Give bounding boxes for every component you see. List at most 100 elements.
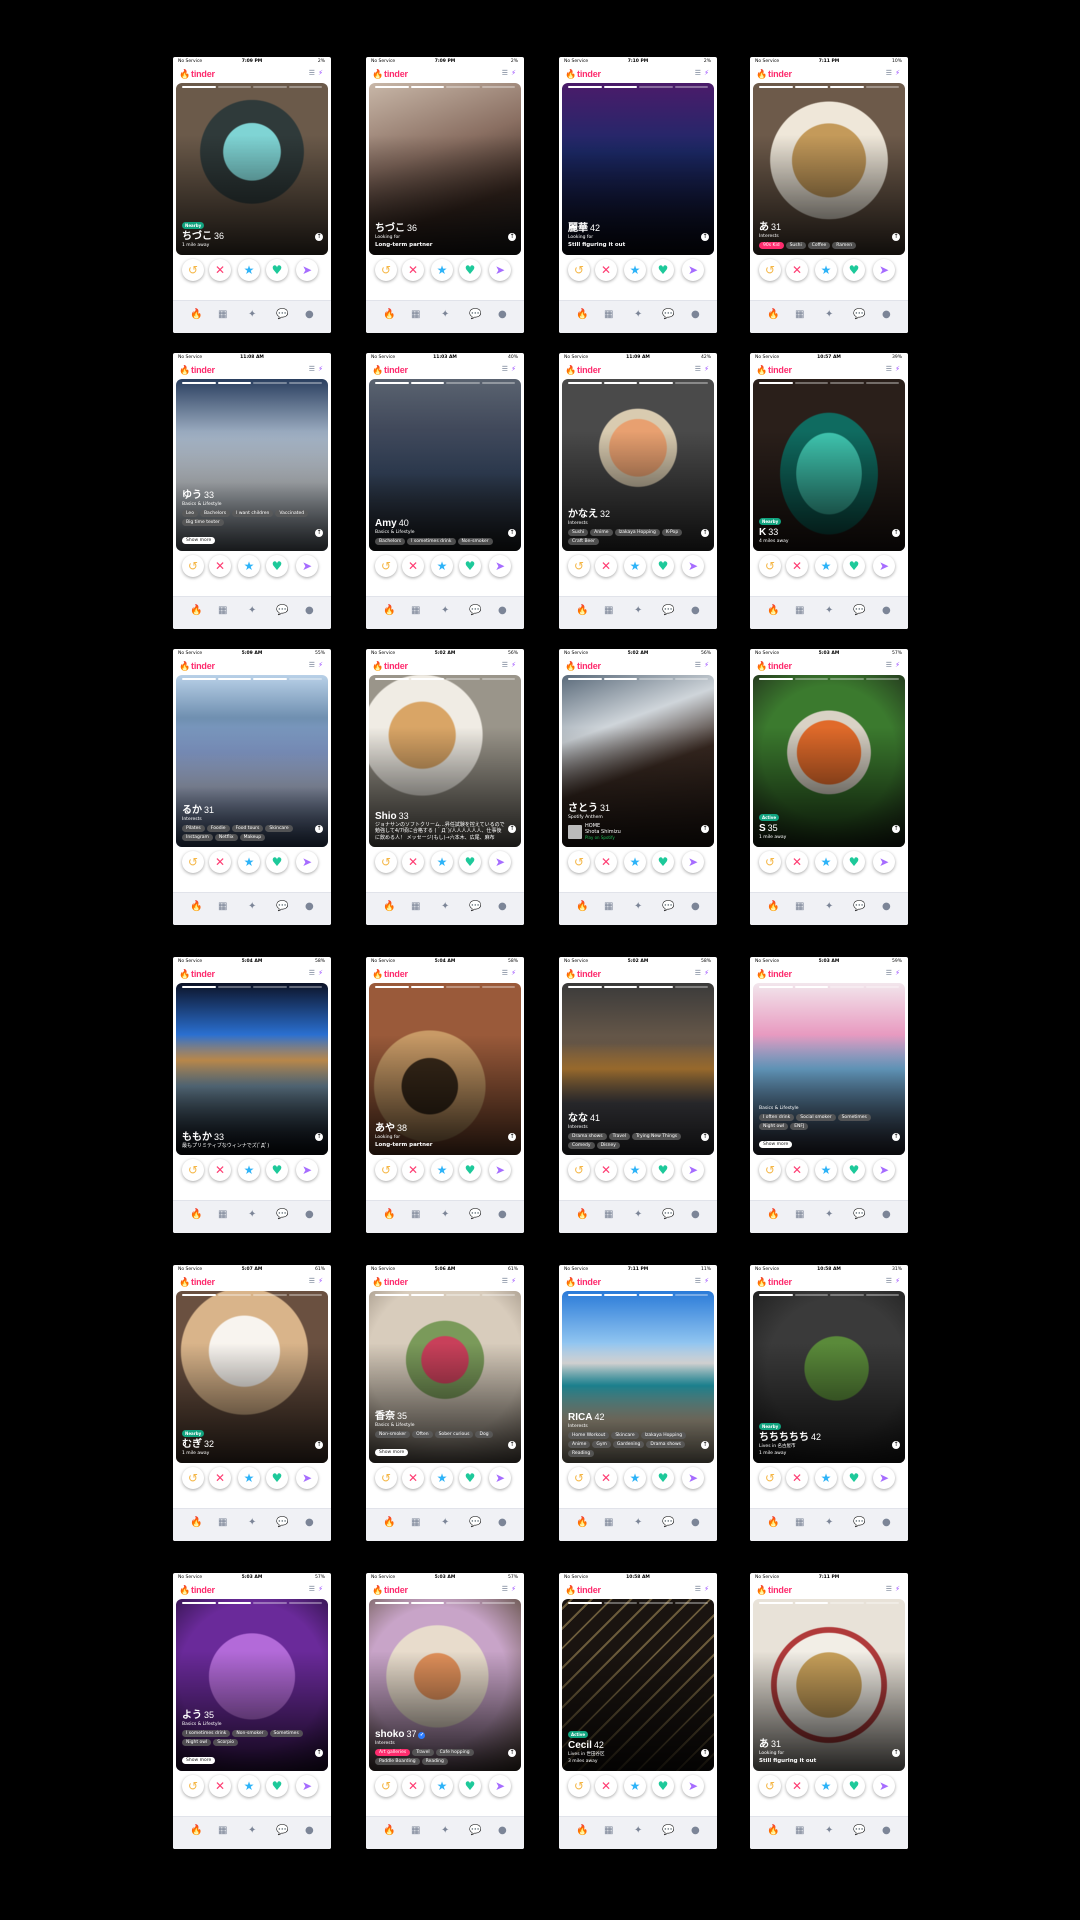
super-like-button[interactable]: ★ [238,1467,260,1489]
bolt-icon[interactable]: ⚡ [511,1585,519,1593]
send-button[interactable]: ➤ [296,1467,318,1489]
arrow-up-icon[interactable]: ↑ [701,1133,709,1141]
sliders-icon[interactable]: ☰ [695,661,704,669]
tab-home[interactable]: 🔥 [576,1825,588,1836]
tab-messages[interactable]: 💬 [853,605,865,616]
super-like-button[interactable]: ★ [431,1467,453,1489]
nope-button[interactable]: ✕ [209,259,231,281]
rewind-button[interactable]: ↺ [568,1467,590,1489]
tab-explore[interactable]: ▦ [604,1209,613,1220]
like-button[interactable]: ♥ [843,555,865,577]
nope-button[interactable]: ✕ [786,1775,808,1797]
super-like-button[interactable]: ★ [624,555,646,577]
sliders-icon[interactable]: ☰ [502,69,511,77]
like-button[interactable]: ♥ [652,259,674,281]
rewind-button[interactable]: ↺ [759,1159,781,1181]
tab-profile[interactable]: ● [498,1825,507,1836]
nope-button[interactable]: ✕ [402,851,424,873]
tab-gold[interactable]: ✦ [441,901,449,912]
bolt-icon[interactable]: ⚡ [511,69,519,77]
nope-button[interactable]: ✕ [595,1159,617,1181]
send-button[interactable]: ➤ [296,259,318,281]
tab-profile[interactable]: ● [498,1517,507,1528]
super-like-button[interactable]: ★ [815,555,837,577]
arrow-up-icon[interactable]: ↑ [701,1441,709,1449]
tab-gold[interactable]: ✦ [248,1517,256,1528]
like-button[interactable]: ♥ [843,259,865,281]
tab-explore[interactable]: ▦ [218,1209,227,1220]
arrow-up-icon[interactable]: ↑ [701,233,709,241]
tab-profile[interactable]: ● [691,1517,700,1528]
tab-gold[interactable]: ✦ [634,1825,642,1836]
tab-home[interactable]: 🔥 [190,901,202,912]
like-button[interactable]: ♥ [459,1467,481,1489]
nope-button[interactable]: ✕ [209,851,231,873]
rewind-button[interactable]: ↺ [375,851,397,873]
tab-home[interactable]: 🔥 [383,605,395,616]
tab-messages[interactable]: 💬 [469,1517,481,1528]
arrow-up-icon[interactable]: ↑ [892,233,900,241]
bolt-icon[interactable]: ⚡ [511,1277,519,1285]
tab-explore[interactable]: ▦ [795,309,804,320]
tab-home[interactable]: 🔥 [190,1517,202,1528]
tab-explore[interactable]: ▦ [411,309,420,320]
super-like-button[interactable]: ★ [431,851,453,873]
tab-gold[interactable]: ✦ [248,1209,256,1220]
like-button[interactable]: ♥ [843,851,865,873]
nope-button[interactable]: ✕ [402,1159,424,1181]
profile-photo[interactable]: RICA 42 Interests Home Workout Skincare Izaka… [562,1291,714,1463]
tab-gold[interactable]: ✦ [441,605,449,616]
profile-photo[interactable]: るか 31 Interests Pilates Foodie Food tours Skin… [176,675,328,847]
rewind-button[interactable]: ↺ [182,1467,204,1489]
show-more-button[interactable]: Show more [759,1141,793,1148]
arrow-up-icon[interactable]: ↑ [892,1133,900,1141]
tab-explore[interactable]: ▦ [218,1517,227,1528]
sliders-icon[interactable]: ☰ [695,365,704,373]
tab-gold[interactable]: ✦ [248,901,256,912]
sliders-icon[interactable]: ☰ [695,969,704,977]
tab-explore[interactable]: ▦ [604,1517,613,1528]
tab-messages[interactable]: 💬 [276,1517,288,1528]
tab-gold[interactable]: ✦ [634,1517,642,1528]
sliders-icon[interactable]: ☰ [886,1585,895,1593]
send-button[interactable]: ➤ [489,1775,511,1797]
sliders-icon[interactable]: ☰ [502,365,511,373]
tab-explore[interactable]: ▦ [218,309,227,320]
tab-profile[interactable]: ● [305,1209,314,1220]
bolt-icon[interactable]: ⚡ [704,1585,712,1593]
nope-button[interactable]: ✕ [786,1159,808,1181]
tab-explore[interactable]: ▦ [218,901,227,912]
bolt-icon[interactable]: ⚡ [318,661,326,669]
tab-profile[interactable]: ● [305,1825,314,1836]
tab-profile[interactable]: ● [305,1517,314,1528]
sliders-icon[interactable]: ☰ [886,69,895,77]
nope-button[interactable]: ✕ [402,555,424,577]
send-button[interactable]: ➤ [489,851,511,873]
send-button[interactable]: ➤ [682,851,704,873]
tab-gold[interactable]: ✦ [634,309,642,320]
tab-home[interactable]: 🔥 [576,1209,588,1220]
sliders-icon[interactable]: ☰ [309,1277,318,1285]
arrow-up-icon[interactable]: ↑ [508,233,516,241]
rewind-button[interactable]: ↺ [568,259,590,281]
like-button[interactable]: ♥ [652,1159,674,1181]
rewind-button[interactable]: ↺ [182,259,204,281]
tab-home[interactable]: 🔥 [576,605,588,616]
nope-button[interactable]: ✕ [786,555,808,577]
bolt-icon[interactable]: ⚡ [318,365,326,373]
arrow-up-icon[interactable]: ↑ [315,1133,323,1141]
sliders-icon[interactable]: ☰ [502,1585,511,1593]
arrow-up-icon[interactable]: ↑ [315,1749,323,1757]
tab-profile[interactable]: ● [691,1209,700,1220]
super-like-button[interactable]: ★ [431,259,453,281]
tab-explore[interactable]: ▦ [411,1517,420,1528]
bolt-icon[interactable]: ⚡ [895,1277,903,1285]
tab-explore[interactable]: ▦ [411,901,420,912]
send-button[interactable]: ➤ [873,555,895,577]
send-button[interactable]: ➤ [296,851,318,873]
sliders-icon[interactable]: ☰ [309,969,318,977]
tab-messages[interactable]: 💬 [662,309,674,320]
bolt-icon[interactable]: ⚡ [704,661,712,669]
super-like-button[interactable]: ★ [238,851,260,873]
rewind-button[interactable]: ↺ [568,555,590,577]
